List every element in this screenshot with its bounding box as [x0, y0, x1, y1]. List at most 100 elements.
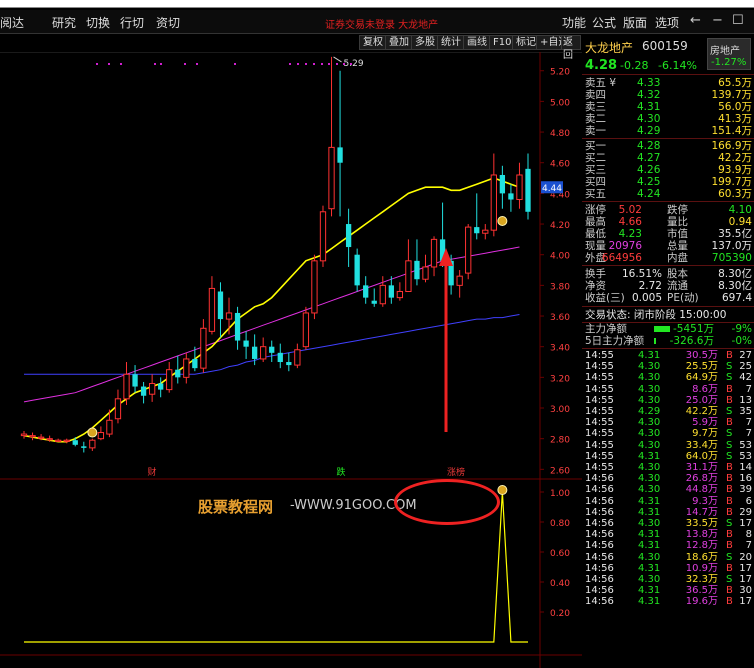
restore-rights-button[interactable]: 复权 — [359, 35, 387, 50]
tick-count: 53 — [739, 439, 752, 451]
tick-time: 14:56 — [585, 506, 614, 518]
menu-item-research[interactable]: 研究 — [52, 14, 76, 31]
buy-level-volume: 93.9万 — [718, 164, 752, 176]
tick-time: 14:56 — [585, 574, 614, 585]
tick-count: 7 — [745, 428, 752, 440]
ind-y-tick-label: 0.20 — [550, 609, 570, 619]
tick-volume: 9.3万 — [692, 495, 718, 507]
candle-body — [46, 438, 53, 441]
last-price: 4.28 — [585, 58, 618, 73]
tick-side: S — [726, 428, 733, 440]
tick-count: 39 — [739, 484, 752, 496]
sector-badge[interactable]: 房地产 -1.27% — [707, 38, 751, 70]
candle-body — [396, 290, 404, 299]
fund-value: 697.4 — [721, 292, 752, 304]
trade-status: 交易状态: 闭市阶段 15:00:00 — [585, 309, 727, 321]
candle-body — [217, 291, 224, 320]
tick-time: 14:56 — [585, 473, 614, 485]
signal-coin-icon — [497, 215, 508, 226]
tick-volume: 26.8万 — [685, 473, 718, 485]
candle-body — [260, 346, 267, 360]
statistics-button[interactable]: 统计 — [437, 35, 465, 50]
y-tick-label: 3.80 — [550, 282, 570, 292]
tick-price: 4.31 — [638, 596, 661, 608]
tick-volume: 64.9万 — [685, 372, 718, 384]
buy-level-price: 4.26 — [637, 164, 661, 176]
high-price-label: 5.29 — [344, 59, 364, 69]
tick-count: 17 — [739, 596, 752, 608]
menu-item-sector-switch[interactable]: 行切 — [120, 14, 144, 31]
buy-level-price: 4.28 — [637, 140, 661, 152]
menu-item-switch[interactable]: 切换 — [86, 14, 110, 31]
tick-price: 4.30 — [638, 462, 661, 473]
stat-value: 35.5亿 — [718, 228, 752, 240]
candle-body — [234, 312, 241, 341]
tick-side: S — [726, 518, 733, 529]
top-marker-dot — [154, 63, 156, 65]
sell-level-volume: 56.0万 — [718, 101, 752, 113]
sell-level-price: 4.29 — [637, 125, 661, 137]
menu-item-options[interactable]: 选项 — [655, 14, 679, 31]
tick-count: 14 — [739, 462, 752, 473]
tick-volume: 42.2万 — [685, 406, 718, 417]
y-tick-label: 3.20 — [550, 374, 570, 384]
row-divider — [582, 74, 754, 75]
top-marker-dot — [196, 63, 198, 65]
kline-chart[interactable]: 5.205.004.804.604.404.204.003.803.603.40… — [0, 52, 582, 668]
candle-body — [97, 432, 105, 440]
tick-price: 4.29 — [638, 406, 661, 417]
candle-body — [158, 383, 164, 390]
tick-side: B — [726, 473, 733, 485]
signal-coin-icon — [87, 427, 98, 438]
maximize-icon[interactable]: ☐ — [732, 13, 744, 28]
stat-value: 705390 — [711, 252, 752, 264]
tick-time: 14:55 — [585, 372, 614, 384]
event-label: 涨榜 — [447, 466, 465, 478]
tick-time: 14:56 — [585, 484, 614, 496]
candle-body — [89, 439, 96, 449]
tick-side: S — [726, 574, 733, 585]
flow-bar — [654, 338, 656, 344]
buy-level-volume: 199.7万 — [711, 176, 752, 188]
candle-body — [354, 254, 360, 286]
draw-line-button[interactable]: 画线 — [463, 35, 491, 50]
return-button[interactable]: 返回 — [561, 35, 581, 61]
candle-body — [277, 352, 283, 363]
menu-item-function[interactable]: 功能 — [562, 14, 586, 31]
top-marker-dot — [184, 63, 186, 65]
candle-body — [251, 346, 258, 359]
menu-item-0[interactable]: 阅达 — [0, 14, 24, 31]
stat-label: 涨停 — [585, 204, 606, 216]
stock-name[interactable]: 大龙地产 — [585, 39, 633, 56]
candle-body — [430, 238, 438, 268]
stock-code: 600159 — [642, 39, 688, 53]
last-price-label: 4.44 — [542, 184, 562, 194]
top-marker-dot — [108, 63, 110, 65]
menu-item-layout[interactable]: 版面 — [623, 14, 647, 31]
tick-time: 14:56 — [585, 540, 614, 552]
multi-stock-button[interactable]: 多股 — [411, 35, 439, 50]
buy-level-volume: 42.2万 — [718, 152, 752, 164]
event-label: 财 — [147, 466, 156, 478]
sell-level-volume: 139.7万 — [711, 89, 752, 101]
tick-time: 14:55 — [585, 462, 614, 473]
fund-label: 股本 — [667, 268, 688, 280]
minimize-icon[interactable]: − — [712, 13, 723, 28]
buy-level-price: 4.27 — [637, 152, 661, 164]
sell-level-volume: 41.3万 — [718, 113, 752, 125]
sell-level-volume: 65.5万 — [718, 77, 752, 89]
buy-level-label: 买三 — [585, 164, 606, 176]
tick-volume: 10.9万 — [685, 562, 718, 574]
back-arrow-icon[interactable]: ← — [690, 13, 701, 28]
menu-item-fund-switch[interactable]: 资切 — [156, 14, 180, 31]
tick-volume: 30.5万 — [685, 350, 718, 361]
tick-price: 4.30 — [638, 383, 661, 395]
menu-item-formula[interactable]: 公式 — [592, 14, 616, 31]
stat-label: 最低 — [585, 228, 606, 240]
overlay-button[interactable]: 叠加 — [385, 35, 413, 50]
candle-body — [311, 260, 318, 314]
tick-time: 14:55 — [585, 450, 614, 462]
tick-price: 4.30 — [638, 394, 661, 406]
tick-time: 14:55 — [585, 439, 614, 451]
candle-body — [192, 358, 198, 369]
